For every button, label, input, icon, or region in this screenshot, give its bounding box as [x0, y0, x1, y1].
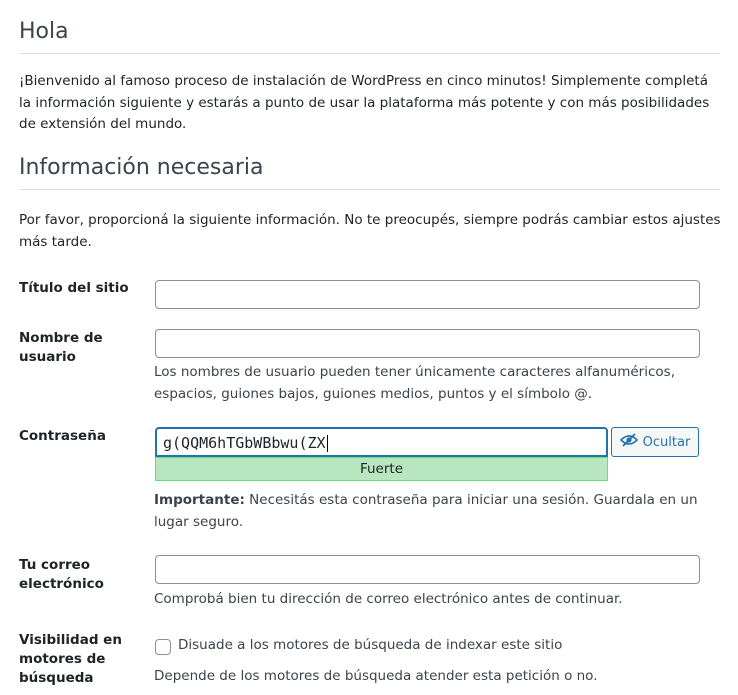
- password-input[interactable]: g(QQM6hTGbWBbwu(ZX: [155, 427, 608, 457]
- welcome-heading: Hola: [19, 19, 69, 44]
- text-caret: [326, 435, 328, 452]
- username-description: Los nombres de usuario pueden tener únic…: [154, 364, 675, 402]
- search-visibility-checkbox[interactable]: [155, 639, 171, 655]
- email-description: Comprobá bien tu dirección de correo ele…: [154, 591, 623, 607]
- username-label: Nombre de usuario: [19, 330, 103, 365]
- hide-password-label: Ocultar: [642, 434, 691, 450]
- username-input[interactable]: [155, 329, 700, 358]
- site-title-label: Título del sitio: [19, 280, 129, 296]
- search-visibility-label: Visibilidad en motores de búsqueda: [19, 632, 122, 686]
- password-important-note: Importante: Necesitás esta contraseña pa…: [154, 490, 714, 533]
- required-info-intro: Por favor, proporcioná la siguiente info…: [19, 212, 721, 250]
- welcome-intro: ¡Bienvenido al famoso proceso de instala…: [19, 73, 710, 132]
- password-strength-meter: Fuerte: [155, 457, 608, 481]
- site-title-input[interactable]: [155, 280, 700, 309]
- section-divider: [19, 189, 720, 190]
- password-label: Contraseña: [19, 428, 106, 444]
- required-info-heading: Información necesaria: [19, 155, 264, 180]
- heading-divider: [19, 53, 720, 54]
- search-visibility-description: Depende de los motores de búsqueda atend…: [154, 668, 598, 684]
- search-visibility-checkbox-label[interactable]: Disuade a los motores de búsqueda de ind…: [178, 637, 562, 653]
- password-value: g(QQM6hTGbWBbwu(ZX: [163, 434, 326, 452]
- important-prefix: Importante:: [154, 492, 245, 508]
- eye-slash-icon: [619, 433, 638, 451]
- hide-password-button[interactable]: Ocultar: [611, 427, 699, 457]
- email-label: Tu correo electrónico: [19, 557, 104, 592]
- email-input[interactable]: [155, 555, 700, 584]
